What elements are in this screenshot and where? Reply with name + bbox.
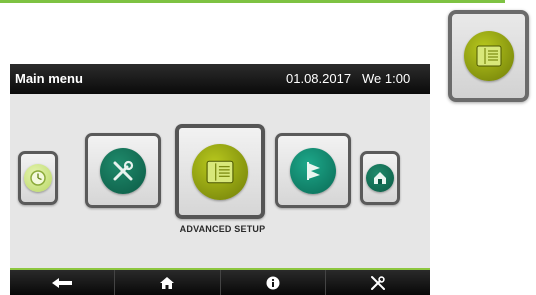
house-icon (366, 164, 394, 192)
menu-item-flag[interactable] (275, 133, 351, 208)
top-accent-stripe (0, 0, 505, 3)
menu-item-tools[interactable] (85, 133, 161, 208)
menu-item-advanced-setup[interactable] (175, 124, 265, 219)
home-icon (160, 276, 175, 289)
clock-icon (24, 164, 52, 192)
date-display: 01.08.2017 (286, 71, 352, 86)
selected-item-caption: ADVANCED SETUP (179, 224, 266, 234)
tools-icon (100, 147, 146, 194)
info-icon (266, 276, 280, 289)
page-title: Main menu (15, 71, 83, 86)
info-button[interactable] (221, 270, 326, 295)
menu-item-clock[interactable] (18, 151, 58, 205)
settings-button[interactable] (326, 270, 430, 295)
advanced-setup-icon (463, 31, 514, 81)
title-bar: Main menu 01.08.2017 We 1:00 (10, 64, 430, 94)
back-button[interactable] (10, 270, 116, 295)
home-button[interactable] (115, 270, 221, 295)
flag-icon (290, 147, 336, 194)
tools-icon (370, 275, 385, 290)
advanced-setup-icon (192, 143, 248, 200)
menu-item-house[interactable] (360, 151, 400, 205)
bottom-navigation-bar (10, 268, 430, 295)
device-screen: Main menu 01.08.2017 We 1:00 ADVANCED SE… (10, 64, 430, 295)
time-display: We 1:00 (362, 71, 411, 86)
back-arrow-icon (52, 277, 73, 288)
selected-icon-callout (448, 10, 529, 102)
